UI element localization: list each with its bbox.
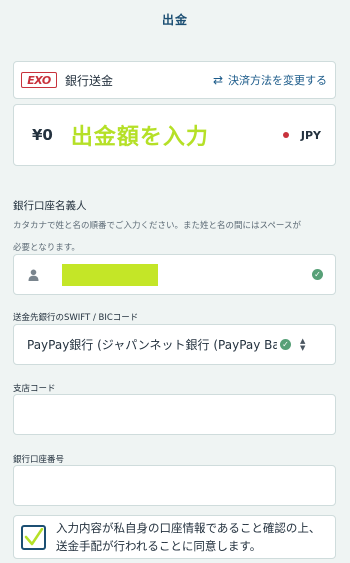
account-number-label: 銀行口座番号 — [13, 455, 65, 465]
checkmark-icon — [24, 528, 43, 546]
currency-code: JPY — [300, 128, 321, 142]
masked-name-value — [62, 263, 158, 286]
agreement-checkbox[interactable] — [21, 524, 46, 550]
account-holder-label: 銀行口座名義人 — [13, 200, 87, 212]
amount-value: ¥0 — [32, 126, 53, 144]
japan-flag-icon — [282, 132, 289, 138]
amount-input[interactable]: ¥0 出金額を入力 JPY — [13, 104, 336, 166]
payment-method-label: 銀行送金 — [65, 73, 114, 88]
branch-code-input[interactable] — [13, 394, 336, 435]
agreement-box: 入力内容が私自身の口座情報であること確認の上、送金手配が行われることに同意します… — [13, 515, 336, 559]
account-holder-help-line1: カタカナで姓と名の順番でご入力ください。また姓と名の間にはスペースが — [13, 221, 301, 231]
bank-select-value: PayPay銀行 (ジャパンネット銀行 (PayPay Bank)) — [27, 338, 277, 352]
valid-check-icon: ✓ — [280, 339, 291, 350]
agreement-text: 入力内容が私自身の口座情報であること確認の上、送金手配が行われることに同意します… — [56, 521, 321, 553]
account-number-input[interactable] — [13, 465, 336, 506]
change-payment-method-link[interactable]: ⇄ 決済方法を変更する — [213, 72, 327, 88]
valid-check-icon: ✓ — [312, 269, 323, 280]
select-arrows-icon: ▲ ▼ — [300, 336, 306, 352]
account-holder-help: カタカナで姓と名の順番でご入力ください。また姓と名の間にはスペースが 必要となり… — [13, 215, 336, 259]
bank-select[interactable]: PayPay銀行 (ジャパンネット銀行 (PayPay Bank)) ✓ ▲ ▼ — [13, 324, 336, 365]
change-payment-method-label: 決済方法を変更する — [228, 74, 327, 87]
currency-indicator: JPY — [282, 128, 321, 142]
payment-method-card: EXO 銀行送金 ⇄ 決済方法を変更する — [13, 61, 336, 99]
account-holder-field[interactable]: ✓ — [13, 254, 336, 295]
swift-label: 送金先銀行のSWIFT / BICコード — [13, 313, 139, 323]
person-icon — [28, 269, 40, 281]
swap-arrows-icon: ⇄ — [212, 73, 223, 87]
branch-code-label: 支店コード — [13, 384, 56, 394]
page-title: 出金 — [161, 12, 188, 27]
page-header: 出金 — [0, 0, 350, 38]
exo-logo: EXO — [21, 72, 57, 88]
amount-placeholder: 出金額を入力 — [70, 125, 209, 150]
